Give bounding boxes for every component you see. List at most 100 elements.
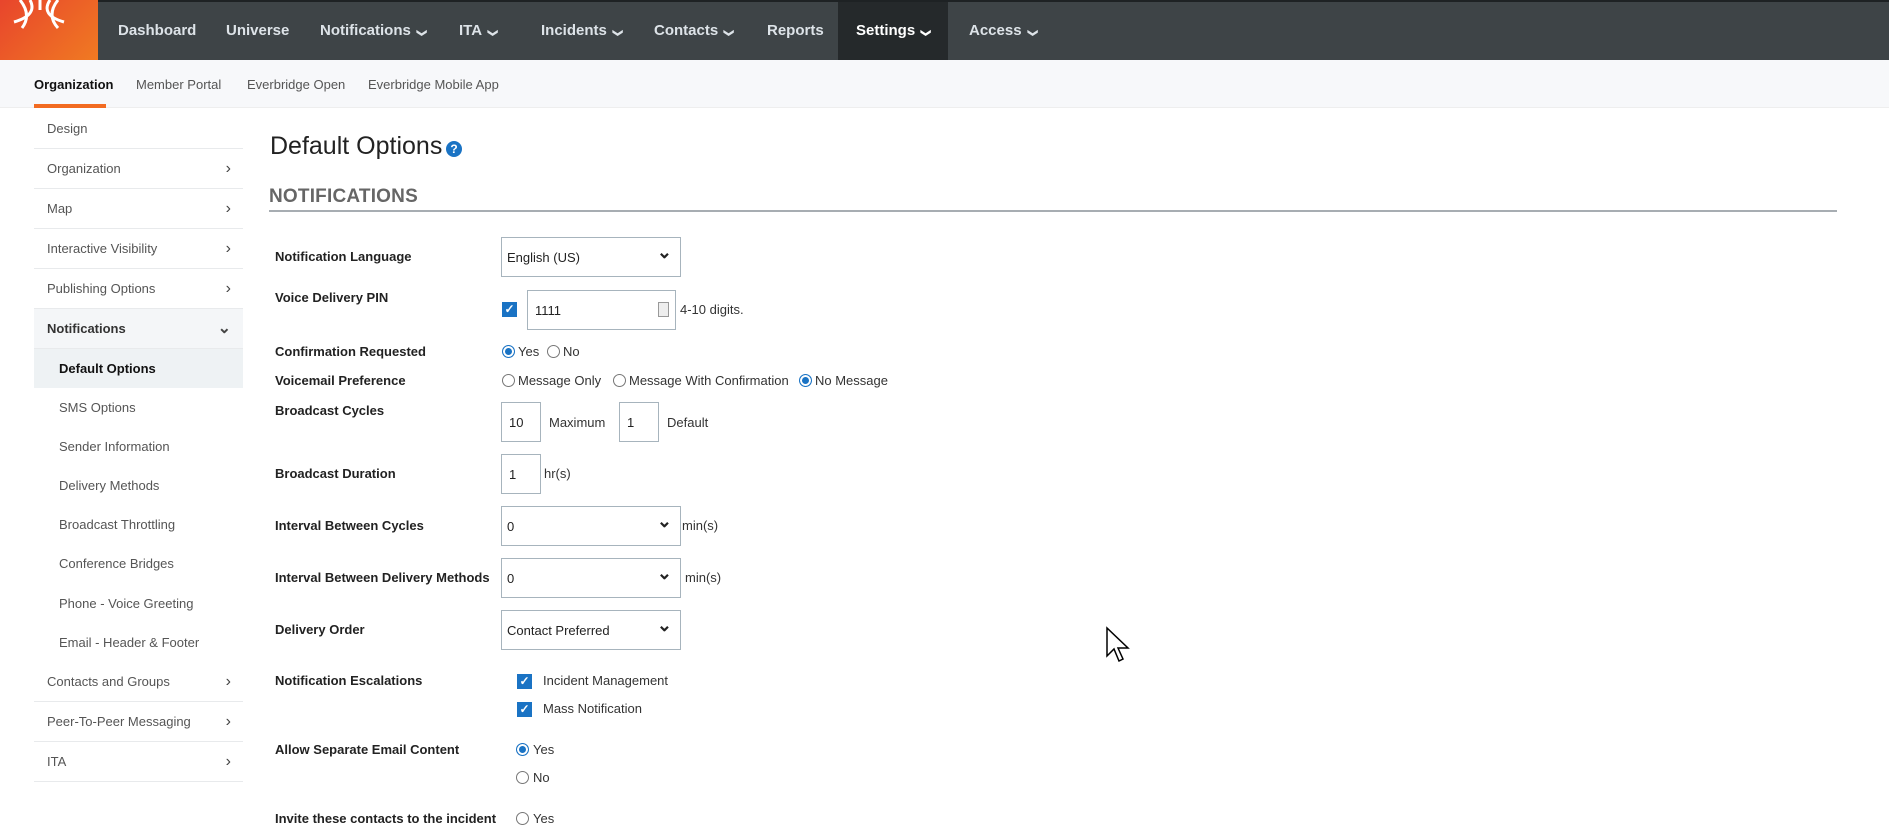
sidebar-item-label: ITA	[47, 754, 67, 769]
separate-email-yes-label: Yes	[533, 742, 555, 757]
voicemail-message-only-radio[interactable]	[502, 374, 515, 387]
incident-management-label: Incident Management	[543, 673, 669, 688]
delivery-order-select[interactable]: Contact Preferred	[501, 610, 681, 650]
sidebar-item-label: Sender Information	[59, 439, 170, 454]
voicemail-with-confirmation-label: Message With Confirmation	[629, 373, 789, 388]
sidebar-item-organization[interactable]: Organization ›	[34, 149, 243, 189]
sidebar-item-broadcast-throttling[interactable]: Broadcast Throttling	[34, 505, 243, 544]
sidebar-item-label: Organization	[47, 161, 121, 176]
notification-language-label: Notification Language	[275, 249, 412, 264]
sidebar-item-label: Default Options	[59, 361, 156, 376]
duration-label: Broadcast Duration	[275, 466, 396, 481]
sidebar-item-label: Design	[47, 121, 88, 136]
separate-email-no-label: No	[533, 770, 550, 785]
sidebar-item-label: Publishing Options	[47, 281, 156, 296]
sidebar-item-delivery-methods[interactable]: Delivery Methods	[34, 466, 243, 505]
voicemail-no-message-label: No Message	[815, 373, 888, 388]
nav-item-contacts[interactable]: Contacts ❯	[636, 2, 751, 60]
notification-language-select[interactable]: English (US)	[501, 237, 681, 277]
nav-item-settings[interactable]: Settings ❯	[838, 2, 948, 60]
sidebar-item-email-header-footer[interactable]: Email - Header & Footer	[34, 623, 243, 662]
key-icon	[658, 302, 669, 317]
confirmation-no-label: No	[563, 344, 580, 359]
subtab-organization[interactable]: Organization	[34, 77, 113, 92]
sidebar-item-sender-information[interactable]: Sender Information	[34, 427, 243, 466]
mass-notification-checkbox[interactable]: ✓	[517, 702, 532, 717]
voicemail-with-confirmation-radio[interactable]	[613, 374, 626, 387]
mouse-cursor-icon	[1106, 626, 1130, 663]
cycles-max-label: Maximum	[549, 415, 606, 430]
section-heading: NOTIFICATIONS	[269, 186, 1837, 212]
sidebar-item-phone-voice-greeting[interactable]: Phone - Voice Greeting	[34, 584, 243, 623]
escalations-label: Notification Escalations	[275, 673, 423, 688]
nav-item-universe[interactable]: Universe	[208, 2, 307, 60]
chevron-down-icon: ⌄	[217, 320, 231, 337]
cycles-default-label: Default	[667, 415, 709, 430]
interval-cycles-select[interactable]: 0	[501, 506, 681, 546]
cycles-label: Broadcast Cycles	[275, 403, 385, 418]
sidebar-item-contacts-and-groups[interactable]: Contacts and Groups ›	[34, 662, 243, 702]
cycles-default-input[interactable]: 1	[619, 402, 659, 442]
delivery-order-label: Delivery Order	[275, 622, 365, 637]
chevron-right-icon: ›	[225, 200, 231, 217]
incident-management-checkbox[interactable]: ✓	[517, 674, 532, 689]
sidebar-item-map[interactable]: Map ›	[34, 189, 243, 229]
duration-input[interactable]: 1	[501, 454, 541, 494]
confirmation-yes-label: Yes	[518, 344, 540, 359]
separate-email-no-radio[interactable]	[516, 771, 529, 784]
nav-item-label: Universe	[226, 22, 290, 39]
confirmation-no-radio[interactable]	[547, 345, 560, 358]
voicemail-message-only-label: Message Only	[518, 373, 602, 388]
nav-item-reports[interactable]: Reports	[749, 2, 842, 60]
pin-hint: 4-10 digits.	[680, 302, 744, 317]
voicemail-no-message-radio[interactable]	[799, 374, 812, 387]
sidebar-item-default-options[interactable]: Default Options	[34, 349, 243, 388]
sidebar-item-ita[interactable]: ITA ›	[34, 742, 243, 782]
help-icon[interactable]: ?	[446, 141, 462, 157]
sidebar-item-label: Delivery Methods	[59, 478, 160, 493]
subtab-everbridge-mobile-app[interactable]: Everbridge Mobile App	[368, 77, 499, 92]
sidebar-item-label: Interactive Visibility	[47, 241, 158, 256]
voice-pin-label: Voice Delivery PIN	[275, 290, 389, 305]
nav-item-ita[interactable]: ITA ❯	[441, 2, 514, 60]
sidebar-item-label: Notifications	[47, 321, 126, 336]
subtab-everbridge-open[interactable]: Everbridge Open	[247, 77, 345, 92]
sidebar-item-conference-bridges[interactable]: Conference Bridges	[34, 544, 243, 583]
separate-email-yes-radio[interactable]	[516, 743, 529, 756]
nav-item-access[interactable]: Access ❯	[951, 2, 1054, 60]
sidebar-item-publishing-options[interactable]: Publishing Options ›	[34, 269, 243, 309]
page-title: Default Options	[270, 132, 443, 160]
nav-item-label: Reports	[767, 22, 824, 39]
chevron-down-icon: ❯	[487, 28, 499, 38]
nav-item-incidents[interactable]: Incidents ❯	[523, 2, 639, 60]
active-tab-underline	[34, 104, 106, 108]
chevron-right-icon: ›	[225, 240, 231, 257]
mass-notification-label: Mass Notification	[543, 701, 642, 716]
subtab-member-portal[interactable]: Member Portal	[136, 77, 221, 92]
logo-icon	[13, 0, 65, 30]
invite-yes-label: Yes	[533, 811, 555, 826]
invite-yes-radio[interactable]	[516, 812, 529, 825]
sidebar-item-notifications[interactable]: Notifications ⌄	[34, 309, 243, 349]
sidebar-item-design[interactable]: Design	[34, 109, 243, 149]
sidebar-item-label: Email - Header & Footer	[59, 635, 200, 650]
interval-cycles-unit: min(s)	[682, 518, 719, 533]
chevron-right-icon: ›	[225, 280, 231, 297]
nav-item-notifications[interactable]: Notifications ❯	[302, 2, 443, 60]
interval-cycles-label: Interval Between Cycles	[275, 518, 424, 533]
confirmation-label: Confirmation Requested	[275, 344, 426, 359]
everbridge-logo[interactable]	[0, 0, 98, 60]
voice-pin-checkbox[interactable]: ✓	[502, 302, 517, 317]
sidebar-item-interactive-visibility[interactable]: Interactive Visibility ›	[34, 229, 243, 269]
confirmation-yes-radio[interactable]	[502, 345, 515, 358]
sidebar-item-sms-options[interactable]: SMS Options	[34, 388, 243, 427]
chevron-down-icon: ❯	[920, 28, 932, 38]
interval-methods-unit: min(s)	[685, 570, 722, 585]
cycles-max-input[interactable]: 10	[501, 402, 541, 442]
voice-pin-input[interactable]: 1111	[527, 290, 676, 330]
sidebar-item-label: Map	[47, 201, 73, 216]
sidebar-item-peer-to-peer-messaging[interactable]: Peer-To-Peer Messaging ›	[34, 702, 243, 742]
nav-item-dashboard[interactable]: Dashboard	[100, 2, 214, 60]
interval-methods-label: Interval Between Delivery Methods	[275, 570, 490, 585]
interval-methods-select[interactable]: 0	[501, 558, 681, 598]
